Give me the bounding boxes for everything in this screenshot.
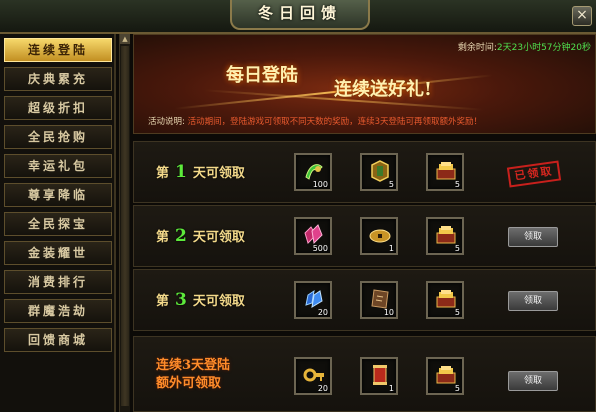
gold-chest-icon[interactable]: 5 xyxy=(426,153,464,191)
gold-key-icon[interactable]: 20 xyxy=(294,357,332,395)
pink-crystal-icon[interactable]: 500 xyxy=(294,217,332,255)
countdown: 剩余时间:2天23小时57分钟20秒 xyxy=(458,40,591,53)
reward-row-day-2: 第 2 天可领取 500 1 5 领取 xyxy=(133,205,596,267)
gold-chest-icon[interactable]: 5 xyxy=(426,217,464,255)
event-banner: 剩余时间:2天23小时57分钟20秒 每日登陆 连续送好礼! 活动说明: 活动期… xyxy=(133,34,596,134)
scrollbar[interactable]: ▲ xyxy=(119,34,130,412)
sidebar-item-login[interactable]: 连续登陆 xyxy=(4,38,112,62)
row-label: 第 2 天可领取 xyxy=(156,226,245,246)
item-count: 5 xyxy=(388,180,394,189)
blue-crystal-icon[interactable]: 20 xyxy=(294,281,332,319)
bronze-book-icon[interactable]: 10 xyxy=(360,281,398,319)
banner-headline-2: 连续送好礼! xyxy=(334,79,432,100)
row-label-suffix: 天可领取 xyxy=(192,294,245,309)
item-count: 100 xyxy=(312,180,328,189)
gold-coin-icon[interactable]: 1 xyxy=(360,217,398,255)
item-count: 500 xyxy=(312,244,328,253)
bonus-label-line-2: 额外可领取 xyxy=(156,376,222,391)
item-count: 1 xyxy=(388,384,394,393)
sidebar-item-treasure[interactable]: 全民探宝 xyxy=(4,212,112,236)
row-label-suffix: 天可领取 xyxy=(192,230,245,245)
banner-headline-1: 每日登陆 xyxy=(226,65,298,86)
gold-chest-icon[interactable]: 5 xyxy=(426,357,464,395)
claimed-stamp: 已领取 xyxy=(506,160,562,188)
green-scroll-icon[interactable]: 100 xyxy=(294,153,332,191)
bonus-label-line-1: 连续3天登陆 xyxy=(156,358,231,373)
red-scroll-icon[interactable]: 1 xyxy=(360,357,398,395)
bonus-label: 连续3天登陆 额外可领取 xyxy=(156,357,230,393)
description-label: 活动说明: xyxy=(148,117,185,127)
item-count: 1 xyxy=(388,244,394,253)
item-count: 20 xyxy=(317,384,328,393)
sidebar-item-discount[interactable]: 超级折扣 xyxy=(4,96,112,120)
item-count: 10 xyxy=(383,308,394,317)
item-count: 5 xyxy=(454,308,460,317)
row-day-number: 2 xyxy=(175,226,187,246)
row-day-number: 1 xyxy=(175,162,187,182)
claim-button[interactable]: 领取 xyxy=(508,227,558,247)
sidebar-item-shop[interactable]: 回馈商城 xyxy=(4,328,112,352)
row-label-prefix: 第 xyxy=(156,230,170,245)
row-label-prefix: 第 xyxy=(156,294,170,309)
sidebar-item-rush-buy[interactable]: 全民抢购 xyxy=(4,125,112,149)
reward-row-day-1: 第 1 天可领取 100 5 5 已领取 xyxy=(133,141,596,203)
gold-medallion-icon[interactable]: 5 xyxy=(360,153,398,191)
sidebar-item-demon[interactable]: 群魔浩劫 xyxy=(4,299,112,323)
item-count: 20 xyxy=(317,308,328,317)
sidebar-item-gold-gear[interactable]: 金装耀世 xyxy=(4,241,112,265)
row-label-suffix: 天可领取 xyxy=(192,166,245,181)
row-label: 第 3 天可领取 xyxy=(156,290,245,310)
sidebar-item-ranking[interactable]: 消费排行 xyxy=(4,270,112,294)
item-count: 5 xyxy=(454,244,460,253)
scroll-thumb[interactable] xyxy=(121,46,129,406)
sidebar: 连续登陆 庆典累充 超级折扣 全民抢购 幸运礼包 尊享降临 全民探宝 金装耀世 … xyxy=(0,34,116,412)
scroll-up-icon[interactable]: ▲ xyxy=(120,34,130,44)
event-description: 活动说明: 活动期间，登陆游戏可领取不同天数的奖励，连续3天登陆可再领取额外奖励… xyxy=(148,115,482,127)
row-label-prefix: 第 xyxy=(156,166,170,181)
sidebar-item-lucky-pack[interactable]: 幸运礼包 xyxy=(4,154,112,178)
window-title: 冬日回馈 xyxy=(230,0,370,30)
row-day-number: 3 xyxy=(175,290,187,310)
countdown-value: 2天23小时57分钟20秒 xyxy=(496,43,591,53)
sidebar-item-recharge[interactable]: 庆典累充 xyxy=(4,67,112,91)
description-text: 活动期间，登陆游戏可领取不同天数的奖励，连续3天登陆可再领取额外奖励！ xyxy=(187,117,482,127)
sidebar-item-vip[interactable]: 尊享降临 xyxy=(4,183,112,207)
row-label: 第 1 天可领取 xyxy=(156,162,245,182)
gold-chest-icon[interactable]: 5 xyxy=(426,281,464,319)
claim-button[interactable]: 领取 xyxy=(508,291,558,311)
window-titlebar: 冬日回馈 × xyxy=(0,0,596,34)
reward-row-day-3: 第 3 天可领取 20 10 5 领取 xyxy=(133,269,596,331)
item-count: 5 xyxy=(454,180,460,189)
close-button[interactable]: × xyxy=(572,6,592,26)
item-count: 5 xyxy=(454,384,460,393)
countdown-label: 剩余时间: xyxy=(457,43,497,53)
claim-button[interactable]: 领取 xyxy=(508,371,558,391)
reward-row-bonus: 连续3天登陆 额外可领取 20 1 5 领取 xyxy=(133,336,596,412)
